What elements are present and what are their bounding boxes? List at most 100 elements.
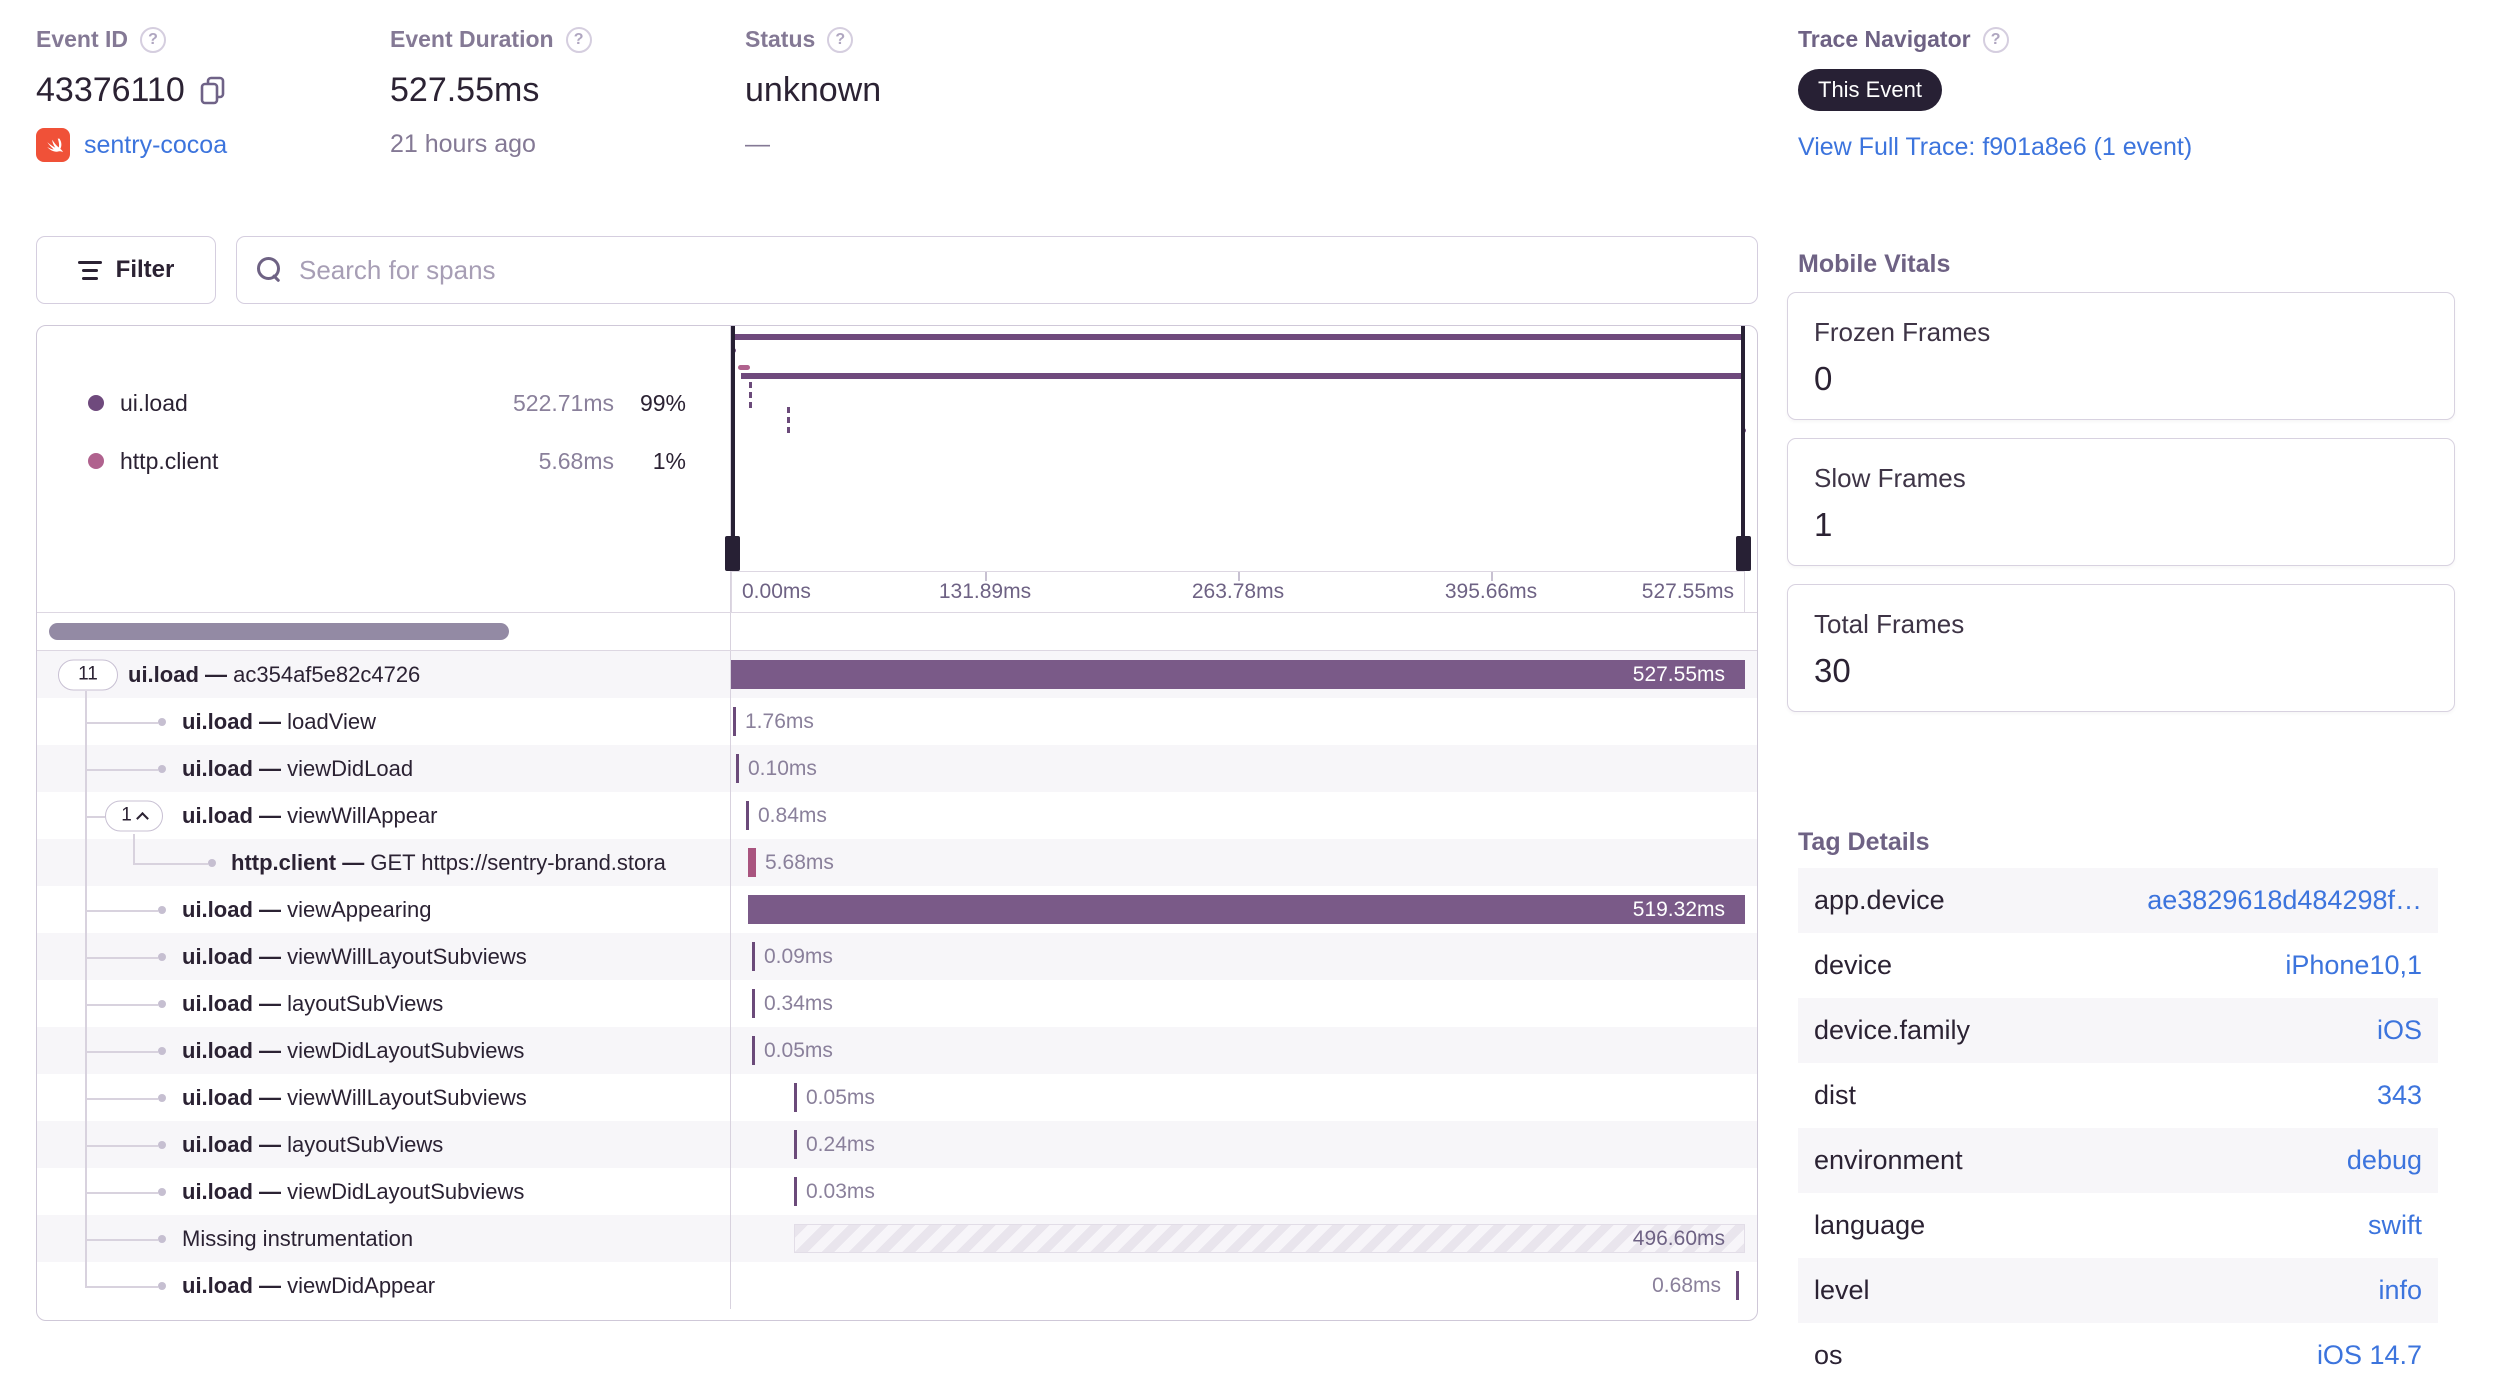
span-waterfall-cell[interactable]: 0.68ms: [731, 1262, 1745, 1309]
span-tree-cell[interactable]: Missing instrumentation: [37, 1215, 731, 1262]
span-tick[interactable]: [752, 942, 755, 971]
project-link[interactable]: sentry-cocoa: [84, 131, 227, 160]
search-input[interactable]: [299, 254, 1737, 286]
span-duration: 0.05ms: [806, 1085, 875, 1109]
span-waterfall-cell[interactable]: 0.05ms: [731, 1074, 1745, 1121]
tree-connector: [85, 1097, 158, 1100]
span-tree-cell[interactable]: ui.load — layoutSubViews: [37, 1121, 731, 1168]
span-waterfall-cell[interactable]: 0.24ms: [731, 1121, 1745, 1168]
tag-row: device.family iOS: [1798, 998, 2438, 1063]
span-tick[interactable]: [794, 1083, 797, 1112]
span-row[interactable]: 11 ui.load — ac354af5e82c4726 527.55ms: [37, 651, 1757, 698]
span-bar[interactable]: [748, 895, 1745, 924]
span-tree-cell[interactable]: http.client — GET https://sentry-brand.s…: [37, 839, 731, 886]
span-tree-cell[interactable]: ui.load — viewDidLayoutSubviews: [37, 1027, 731, 1074]
tag-value-link[interactable]: info: [2378, 1275, 2422, 1306]
missing-instrumentation-bar[interactable]: [794, 1224, 1745, 1253]
span-waterfall-cell[interactable]: 0.10ms: [731, 745, 1745, 792]
span-tree-cell[interactable]: ui.load — viewAppearing: [37, 886, 731, 933]
span-tree-cell[interactable]: ui.load — loadView: [37, 698, 731, 745]
span-waterfall-cell[interactable]: 0.05ms: [731, 1027, 1745, 1074]
span-tick[interactable]: [748, 848, 756, 877]
minimap-right-grip[interactable]: [1736, 536, 1751, 571]
span-row[interactable]: ui.load — viewDidLayoutSubviews 0.05ms: [37, 1027, 1757, 1074]
span-tree-cell[interactable]: ui.load — viewDidAppear: [37, 1262, 731, 1309]
tag-row: dist 343: [1798, 1063, 2438, 1128]
span-tick[interactable]: [1736, 1271, 1739, 1300]
minimap-left-handle[interactable]: [731, 326, 735, 571]
span-tree-cell[interactable]: ui.load — viewDidLoad: [37, 745, 731, 792]
span-tick[interactable]: [752, 1036, 755, 1065]
span-waterfall-cell[interactable]: 0.03ms: [731, 1168, 1745, 1215]
span-tree-cell[interactable]: 11 ui.load — ac354af5e82c4726: [37, 651, 731, 698]
span-waterfall-cell[interactable]: 519.32ms: [731, 886, 1745, 933]
span-waterfall-cell[interactable]: 0.34ms: [731, 980, 1745, 1027]
help-icon[interactable]: ?: [140, 26, 167, 53]
event-duration-block: Event Duration ? 527.55ms 21 hours ago: [390, 26, 592, 159]
span-children-toggle[interactable]: 1: [105, 800, 163, 831]
help-icon[interactable]: ?: [827, 26, 854, 53]
span-tree-cell[interactable]: ui.load — layoutSubViews: [37, 980, 731, 1027]
tag-value-link[interactable]: swift: [2368, 1210, 2422, 1241]
tree-connector: [85, 1285, 158, 1288]
span-row[interactable]: ui.load — viewWillLayoutSubviews 0.09ms: [37, 933, 1757, 980]
span-search[interactable]: [236, 236, 1758, 304]
span-row[interactable]: ui.load — viewWillLayoutSubviews 0.05ms: [37, 1074, 1757, 1121]
span-waterfall-cell[interactable]: 496.60ms: [731, 1215, 1745, 1262]
status-sub: —: [745, 130, 770, 158]
tag-value-link[interactable]: iPhone10,1: [2285, 950, 2422, 981]
event-duration-label: Event Duration: [390, 26, 554, 52]
tag-value-link[interactable]: debug: [2347, 1145, 2422, 1176]
tag-value-link[interactable]: 343: [2377, 1080, 2422, 1111]
tag-value-link[interactable]: iOS: [2377, 1015, 2422, 1046]
span-bar[interactable]: [731, 660, 1745, 689]
span-tick[interactable]: [736, 754, 739, 783]
span-waterfall-cell[interactable]: 0.09ms: [731, 933, 1745, 980]
tag-value-link[interactable]: iOS 14.7: [2317, 1340, 2422, 1371]
tree-node-dot: [158, 1140, 166, 1149]
span-tick[interactable]: [794, 1177, 797, 1206]
filter-button[interactable]: Filter: [36, 236, 216, 304]
view-full-trace-link[interactable]: View Full Trace: f901a8e6 (1 event): [1798, 133, 2458, 162]
minimap-right-handle[interactable]: [1741, 326, 1745, 571]
span-waterfall-cell[interactable]: 5.68ms: [731, 839, 1745, 886]
span-tick[interactable]: [794, 1130, 797, 1159]
span-row[interactable]: ui.load — layoutSubViews 0.24ms: [37, 1121, 1757, 1168]
tag-value-link[interactable]: ae3829618d484298f…: [2147, 885, 2422, 916]
span-waterfall-cell[interactable]: 1.76ms: [731, 698, 1745, 745]
span-tree-cell[interactable]: ui.load — viewWillLayoutSubviews: [37, 1074, 731, 1121]
span-row[interactable]: ui.load — viewDidLoad 0.10ms: [37, 745, 1757, 792]
span-row[interactable]: ui.load — viewDidLayoutSubviews 0.03ms: [37, 1168, 1757, 1215]
span-waterfall-cell[interactable]: 527.55ms: [731, 651, 1745, 698]
span-tree-cell[interactable]: ui.load — viewWillLayoutSubviews: [37, 933, 731, 980]
span-row[interactable]: ui.load — layoutSubViews 0.34ms: [37, 980, 1757, 1027]
help-icon[interactable]: ?: [565, 26, 592, 53]
span-tree-cell[interactable]: 1 ui.load — viewWillAppear: [37, 792, 731, 839]
help-icon[interactable]: ?: [1982, 26, 2009, 53]
span-row[interactable]: ui.load — viewAppearing 519.32ms: [37, 886, 1757, 933]
tree-node-dot: [158, 1281, 166, 1290]
span-tree-cell[interactable]: ui.load — viewDidLayoutSubviews: [37, 1168, 731, 1215]
swift-platform-icon: [36, 128, 70, 162]
vital-card-value: 1: [1814, 506, 1833, 543]
span-children-toggle[interactable]: 11: [58, 659, 118, 690]
tree-connector: [85, 768, 158, 771]
trace-minimap[interactable]: [725, 326, 1751, 571]
ruler-label: 527.55ms: [1641, 580, 1734, 603]
minimap-left-grip[interactable]: [725, 536, 740, 571]
span-row[interactable]: ui.load — viewDidAppear 0.68ms: [37, 1262, 1757, 1309]
span-row[interactable]: http.client — GET https://sentry-brand.s…: [37, 839, 1757, 886]
span-row[interactable]: ui.load — loadView 1.76ms: [37, 698, 1757, 745]
span-row[interactable]: Missing instrumentation 496.60ms: [37, 1215, 1757, 1262]
copy-icon[interactable]: [199, 76, 227, 106]
tag-key: environment: [1814, 1145, 1963, 1175]
horizontal-scrollbar-thumb[interactable]: [49, 623, 509, 640]
span-row[interactable]: 1 ui.load — viewWillAppear 0.84ms: [37, 792, 1757, 839]
tree-connector: [85, 1144, 158, 1147]
span-tick[interactable]: [752, 989, 755, 1018]
span-duration: 1.76ms: [745, 709, 814, 733]
chevron-up-icon: [135, 812, 149, 825]
span-tick[interactable]: [733, 707, 736, 736]
span-waterfall-cell[interactable]: 0.84ms: [731, 792, 1745, 839]
span-tick[interactable]: [746, 801, 749, 830]
